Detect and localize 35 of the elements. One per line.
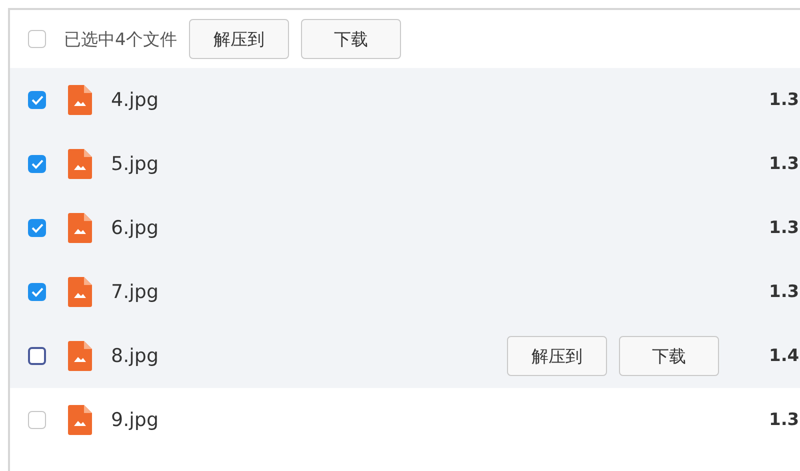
file-size: 1.3 (769, 154, 800, 174)
file-row[interactable]: 7.jpg 1.3 (10, 260, 800, 324)
file-name: 9.jpg (111, 409, 160, 431)
file-name: 8.jpg (111, 345, 160, 367)
file-name: 6.jpg (111, 217, 160, 239)
extract-to-button[interactable]: 解压到 (188, 19, 289, 59)
checkbox[interactable] (28, 30, 46, 48)
file-row[interactable]: 4.jpg 1.3 (10, 68, 800, 132)
checkbox[interactable] (28, 347, 46, 365)
image-file-icon (68, 277, 92, 307)
checkbox[interactable] (28, 155, 46, 173)
checkbox[interactable] (28, 91, 46, 109)
download-button[interactable]: 下载 (300, 19, 401, 59)
file-size: 1.4 (769, 346, 800, 366)
extract-to-button[interactable]: 解压到 (507, 336, 607, 376)
file-row[interactable]: 8.jpg 解压到 下载 1.4 (10, 324, 800, 388)
file-size: 1.3 (769, 282, 800, 302)
image-file-icon (68, 149, 92, 179)
file-name: 4.jpg (111, 89, 160, 111)
file-row[interactable]: 6.jpg 1.3 (10, 196, 800, 260)
image-file-icon (68, 341, 92, 371)
file-size: 1.3 (769, 218, 800, 238)
file-row[interactable]: 5.jpg 1.3 (10, 132, 800, 196)
file-name: 7.jpg (111, 281, 160, 303)
file-size: 1.3 (769, 410, 800, 430)
image-file-icon (68, 405, 92, 435)
download-button[interactable]: 下载 (619, 336, 719, 376)
checkbox[interactable] (28, 283, 46, 301)
image-file-icon (68, 85, 92, 115)
file-size: 1.3 (769, 90, 800, 110)
checkbox[interactable] (28, 219, 46, 237)
checkbox[interactable] (28, 411, 46, 429)
file-name: 5.jpg (111, 153, 160, 175)
image-file-icon (68, 213, 92, 243)
selection-summary: 已选中4个文件 (64, 28, 177, 50)
